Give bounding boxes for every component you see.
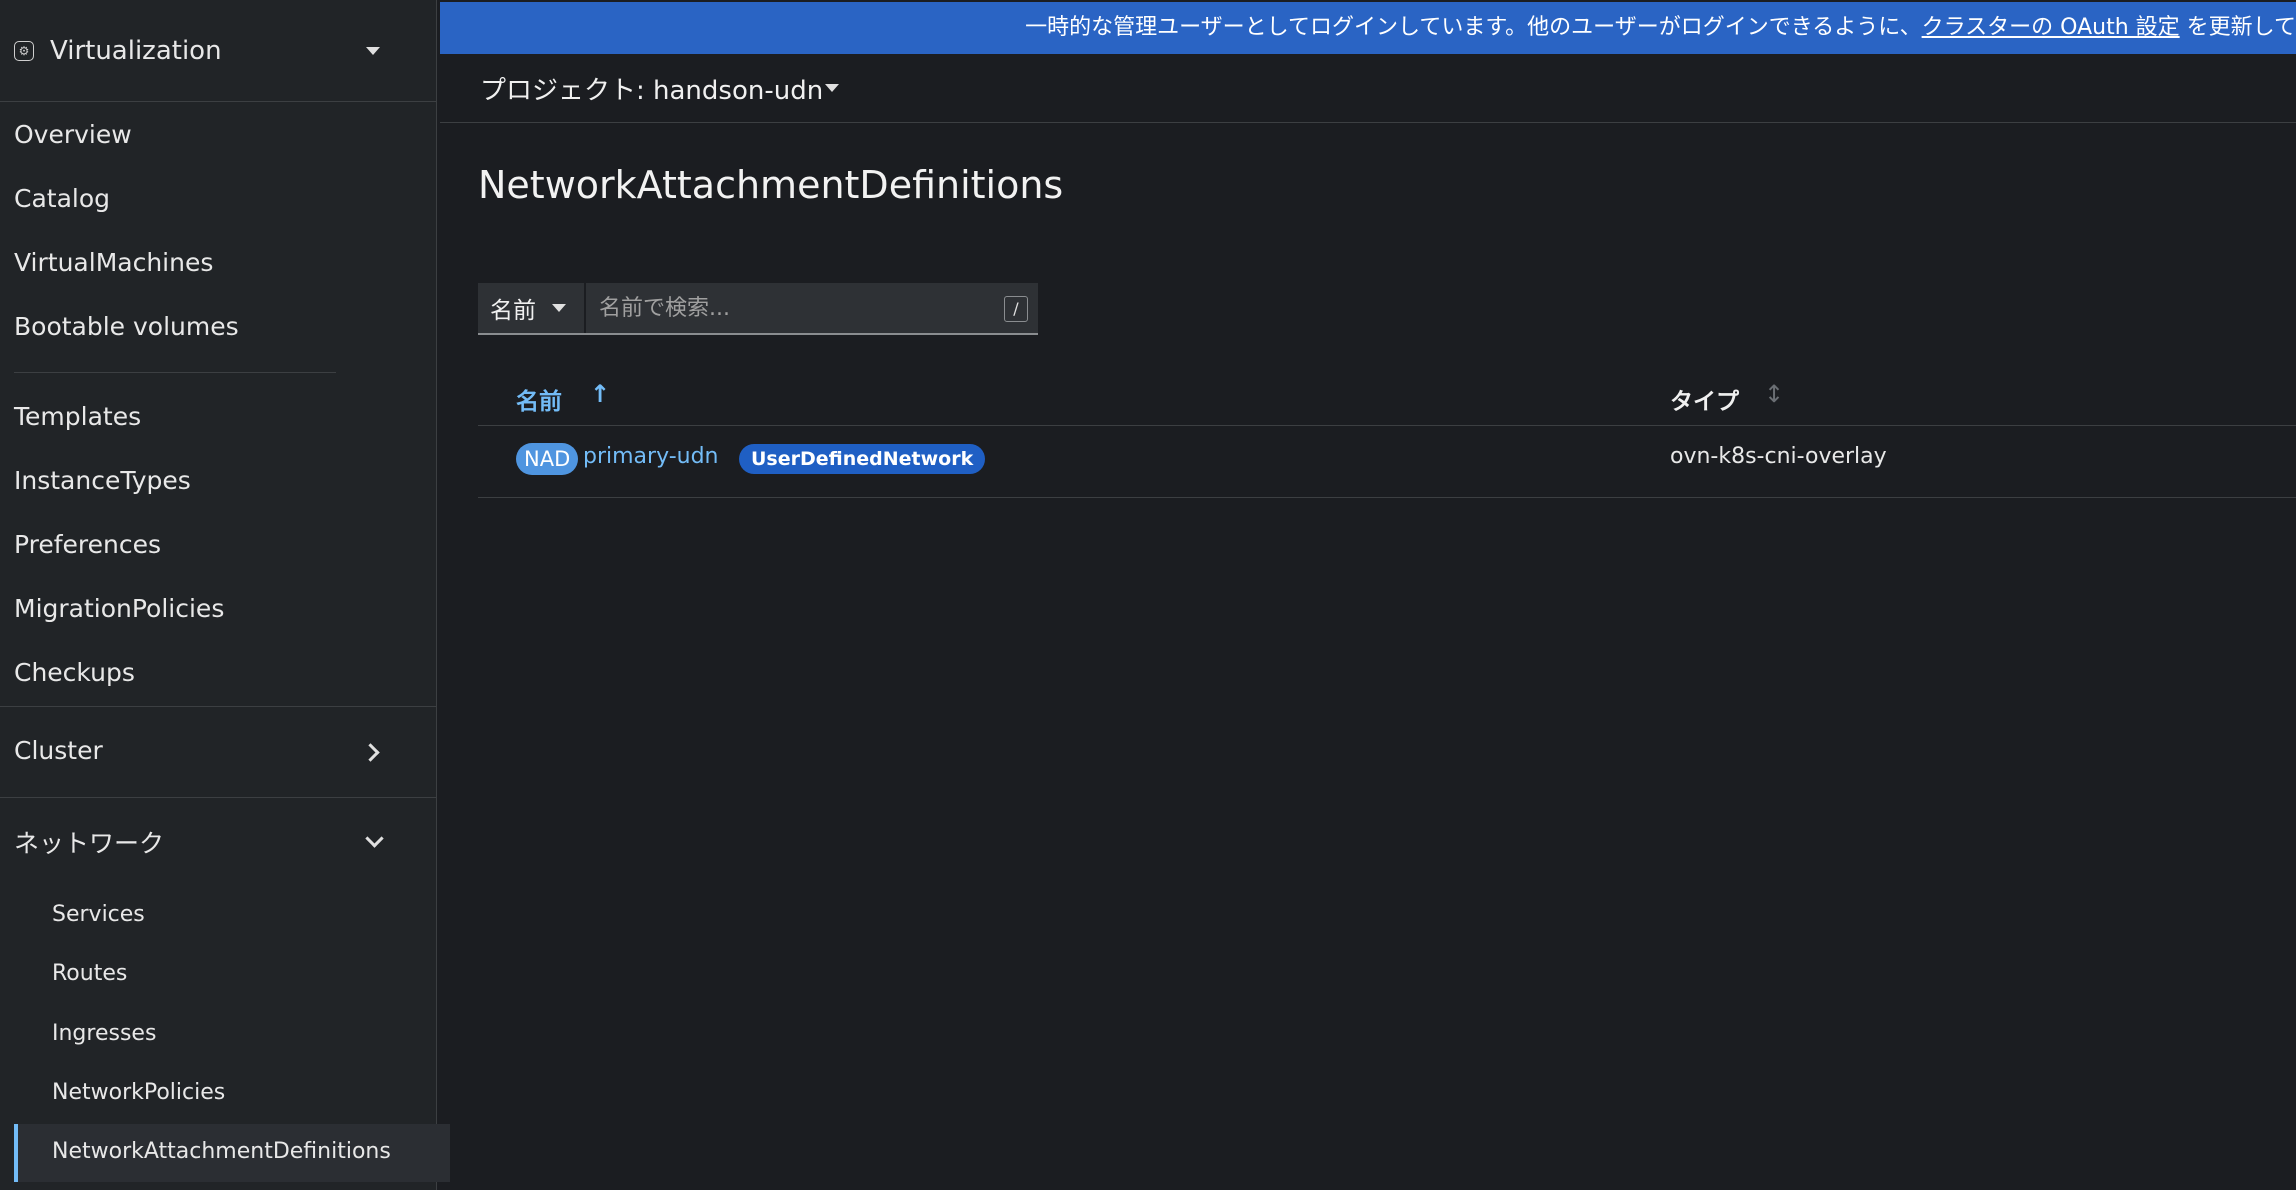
perspective-switcher[interactable]: ⚙ Virtualization xyxy=(0,0,436,102)
filter-type-dropdown[interactable]: 名前 xyxy=(478,283,584,333)
resource-label-badge: UserDefinedNetwork xyxy=(739,444,986,474)
perspective-label: Virtualization xyxy=(50,35,222,66)
virtualization-icon: ⚙ xyxy=(14,40,34,61)
sidebar-item-network[interactable]: ネットワーク xyxy=(14,824,164,860)
filter-toolbar: 名前 / xyxy=(478,283,1038,335)
sidebar-item-instancetypes[interactable]: InstanceTypes xyxy=(14,466,191,495)
resource-type: ovn-k8s-cni-overlay xyxy=(1670,444,1887,469)
resource-kind-badge: NAD xyxy=(516,443,579,475)
chevron-down-icon xyxy=(365,829,384,848)
admin-banner: 一時的な管理ユーザーとしてログインしています。他のユーザーがログインできるように… xyxy=(440,2,2296,54)
project-selector[interactable]: プロジェクト: handson-udn xyxy=(480,70,823,107)
caret-down-icon xyxy=(552,304,566,312)
search-box: / xyxy=(586,283,1038,333)
sidebar-divider xyxy=(0,706,436,707)
oauth-settings-link[interactable]: クラスターの OAuth 設定 xyxy=(1922,15,2180,40)
chevron-right-icon xyxy=(361,743,380,762)
sidebar-item-cluster[interactable]: Cluster xyxy=(14,736,103,765)
search-input[interactable] xyxy=(586,294,1001,322)
page-title: NetworkAttachmentDefinitions xyxy=(478,163,1064,207)
sidebar-subitem-services[interactable]: Services xyxy=(52,902,145,927)
banner-text: 一時的な管理ユーザーとしてログインしています。他のユーザーがログインできるように… xyxy=(1025,15,1922,40)
shortcut-hint: / xyxy=(1004,296,1028,322)
sidebar-subitem-routes[interactable]: Routes xyxy=(52,961,127,986)
sidebar-item-templates[interactable]: Templates xyxy=(14,402,141,431)
sidebar-item-bootable-volumes[interactable]: Bootable volumes xyxy=(14,312,239,341)
resource-name-link[interactable]: primary-udn xyxy=(583,444,719,469)
sidebar-subitem-networkattachmentdefinitions[interactable]: NetworkAttachmentDefinitions xyxy=(52,1139,391,1164)
sidebar-item-virtualmachines[interactable]: VirtualMachines xyxy=(14,248,213,277)
filter-type-label: 名前 xyxy=(490,298,536,324)
sidebar-subitem-networkpolicies[interactable]: NetworkPolicies xyxy=(52,1080,225,1105)
sidebar-item-preferences[interactable]: Preferences xyxy=(14,530,161,559)
sidebar-item-migrationpolicies[interactable]: MigrationPolicies xyxy=(14,594,224,623)
banner-text-end: を更新して xyxy=(2179,15,2296,40)
sidebar: ⚙ Virtualization Overview Catalog Virtua… xyxy=(0,0,450,1190)
table-header: 名前 ↑ タイプ ↕ xyxy=(478,370,2296,426)
sort-ascending-icon[interactable]: ↑ xyxy=(590,380,610,408)
caret-down-icon[interactable] xyxy=(825,84,839,92)
column-header-name[interactable]: 名前 xyxy=(516,382,562,416)
sidebar-divider xyxy=(14,372,336,373)
column-header-type[interactable]: タイプ xyxy=(1670,382,1739,416)
project-bar: プロジェクト: handson-udn xyxy=(440,55,2296,123)
sidebar-divider xyxy=(0,797,436,798)
sidebar-item-catalog[interactable]: Catalog xyxy=(14,184,110,213)
caret-down-icon xyxy=(366,46,380,55)
sort-icon[interactable]: ↕ xyxy=(1764,380,1784,408)
table-row: NAD primary-udn UserDefinedNetwork ovn-k… xyxy=(478,426,2296,498)
sidebar-item-overview[interactable]: Overview xyxy=(14,120,132,149)
sidebar-item-checkups[interactable]: Checkups xyxy=(14,658,135,687)
sidebar-subitem-ingresses[interactable]: Ingresses xyxy=(52,1021,156,1046)
